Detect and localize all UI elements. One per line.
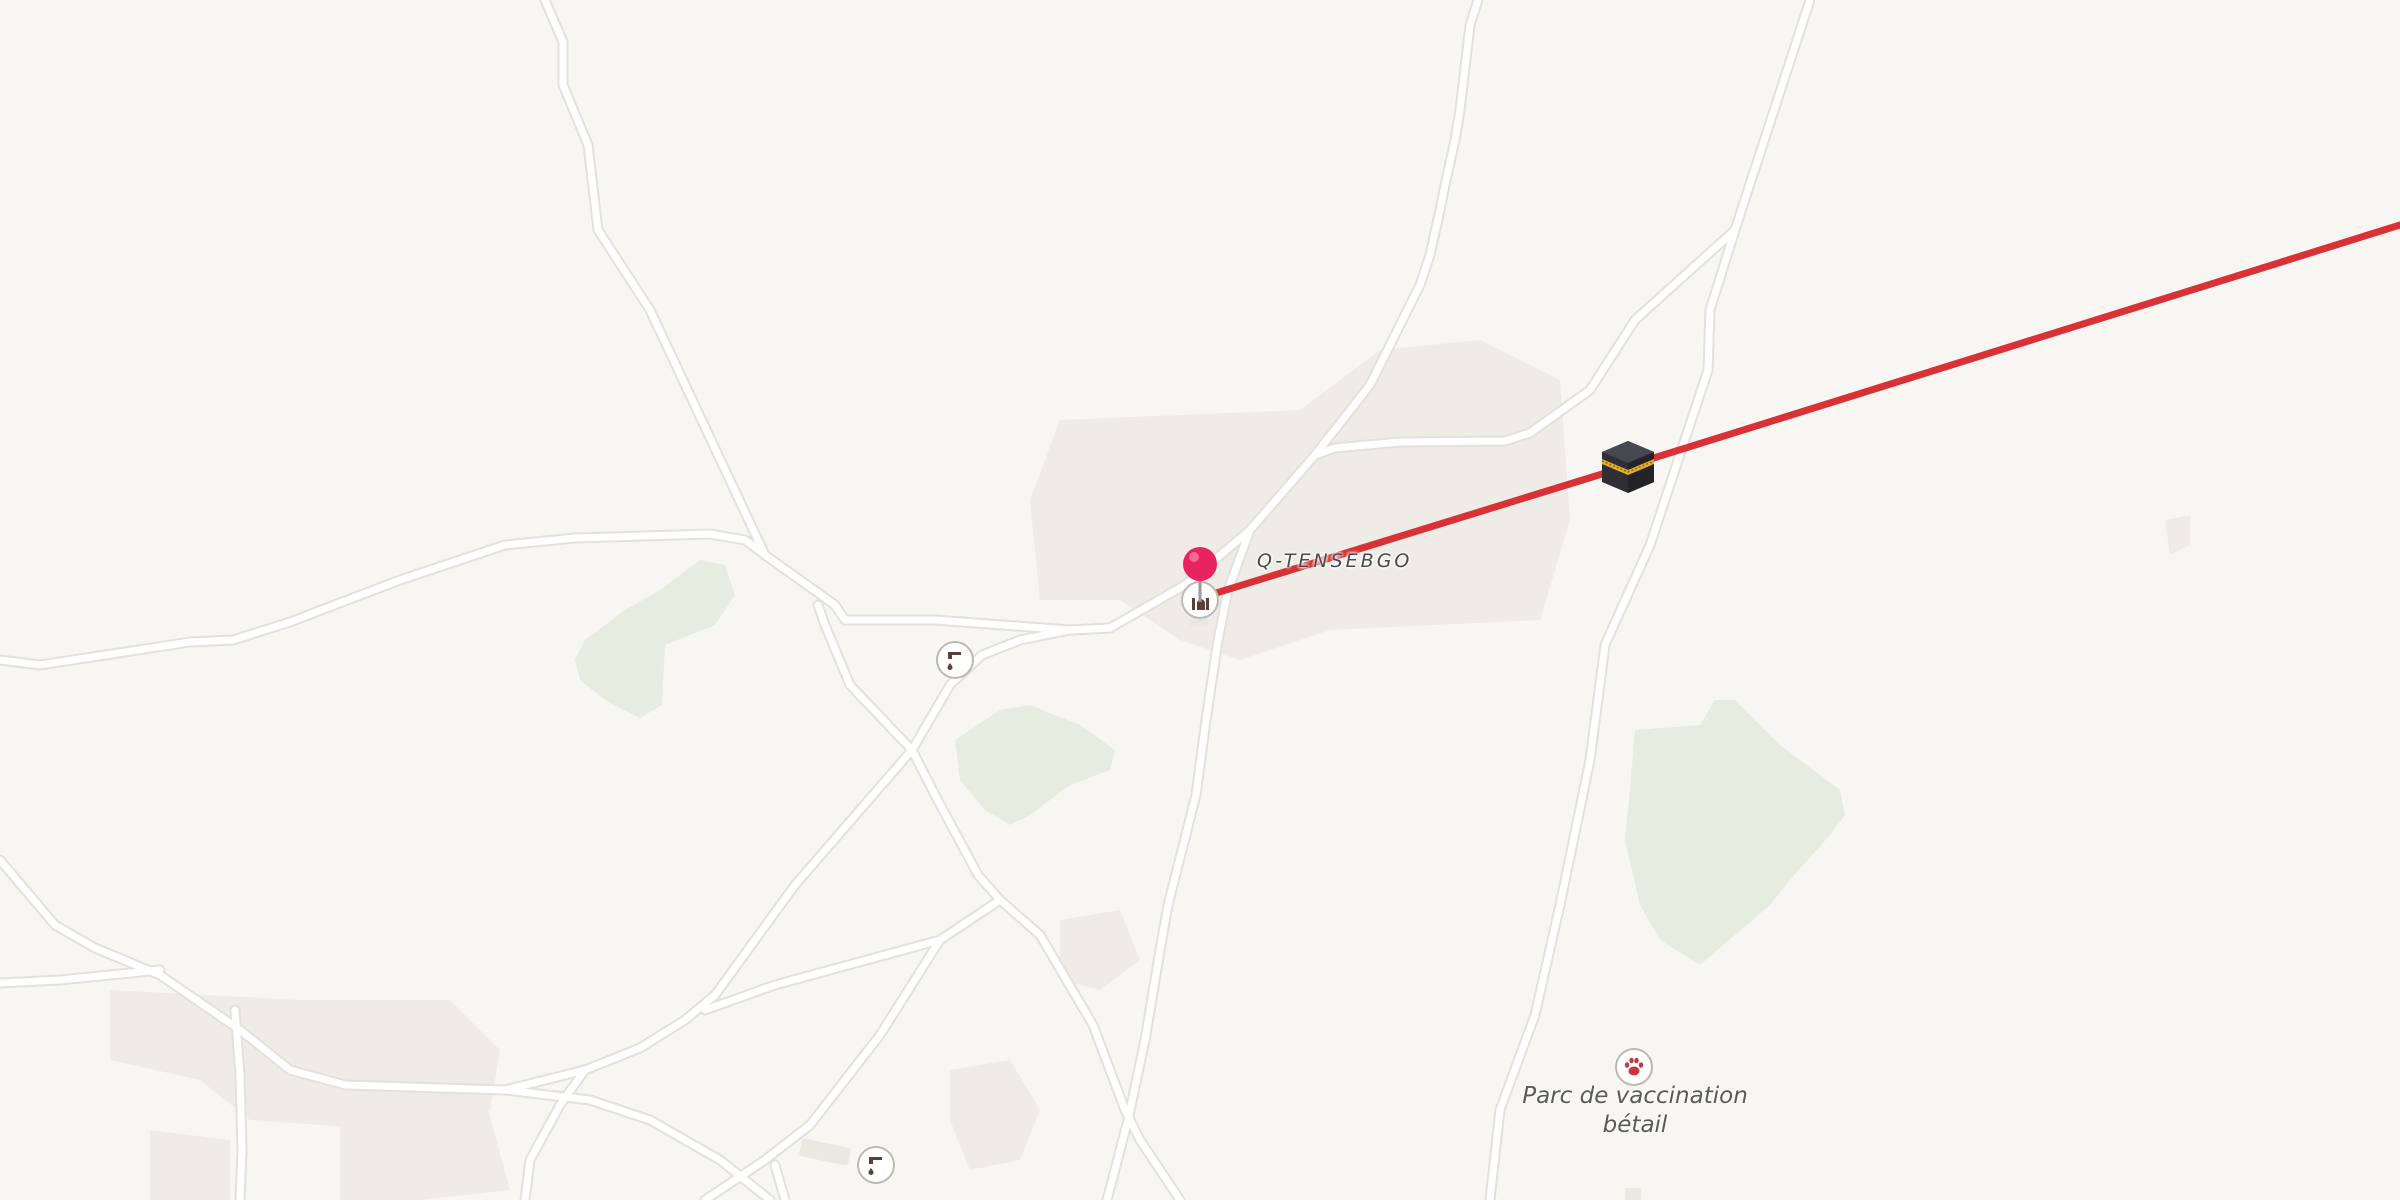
poi-label-line: Parc de vaccination [1522,1083,1748,1109]
kaaba-icon[interactable] [1599,439,1657,495]
builtup-area [950,1060,1040,1170]
building [799,1138,851,1166]
green-area [955,705,1115,825]
veterinary-poi[interactable] [1615,1048,1653,1086]
water-tap-poi[interactable] [857,1146,895,1184]
map-canvas[interactable]: Q-TENSEBGO Parc de vaccination bétail [0,0,2400,1200]
green-area [1625,700,1845,965]
builtup-area [2165,515,2190,555]
water-tap-icon [947,652,961,670]
paw-icon [1624,1057,1644,1076]
poi-label-line: bétail [1602,1112,1668,1138]
builtup-area [1030,340,1570,660]
water-tap-poi[interactable] [936,641,974,679]
poi-label: Parc de vaccination bétail [1500,1082,1770,1140]
builtup-area [150,1130,230,1200]
builtup-area [1060,910,1140,990]
building [1625,1188,1641,1200]
water-tap-icon [868,1157,882,1175]
place-label: Q-TENSEBGO [1257,550,1413,572]
map-pin-icon[interactable] [1180,544,1220,606]
green-area [575,560,735,718]
